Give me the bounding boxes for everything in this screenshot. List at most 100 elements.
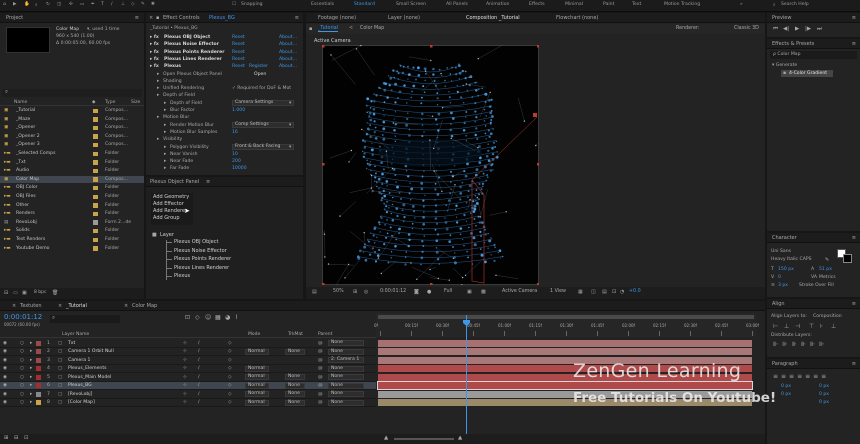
expand-icon[interactable]: ▸ [30, 366, 32, 371]
effect-row[interactable]: ▸ fx Plexus OBJ Object Reset About... [146, 34, 303, 41]
expand-switches-icon[interactable]: ⊞ [4, 435, 9, 441]
parent-pickwhip-icon[interactable]: @ [318, 349, 323, 354]
camera-tool-icon[interactable]: ◫ [57, 2, 61, 7]
project-item[interactable]: ▸▬ Other Folder [0, 202, 144, 210]
comp-tab-color-map[interactable]: Color Map [360, 26, 384, 31]
indent-first-value[interactable]: 0 px [781, 392, 791, 397]
effect-value[interactable]: 10000 [232, 166, 247, 171]
align-hcenter-icon[interactable]: ⊥ [784, 323, 789, 330]
about-button[interactable]: About... [279, 64, 297, 69]
layer-tree-collapse-icon[interactable]: ■ [152, 232, 157, 238]
panel-menu-icon[interactable]: ≡ [295, 15, 299, 21]
layer-row[interactable]: ◉ ○ ▸ 5 ▢ Plexus_Main Model ⊹ / ◇ Normal None @ None [0, 373, 376, 382]
label-color-swatch[interactable] [93, 237, 98, 242]
solo-icon[interactable]: ○ [20, 349, 24, 354]
preview-tab[interactable]: Preview [772, 15, 791, 21]
effect-row[interactable]: ▸ Near Fade 200 [146, 158, 303, 165]
eraser-tool-icon[interactable]: ◇ [131, 2, 135, 7]
parent-pickwhip-icon[interactable]: @ [318, 366, 323, 371]
3d-switch-icon[interactable]: ◇ [228, 349, 232, 354]
mode-dropdown[interactable]: Normal [245, 365, 269, 372]
exposure-value[interactable]: +0.0 [629, 289, 641, 294]
project-item[interactable]: ▸▬ _Txt Folder [0, 159, 144, 167]
disclosure-icon[interactable]: ▸ [157, 79, 159, 84]
label-color-swatch[interactable] [93, 211, 98, 217]
trkmat-dropdown[interactable]: None [285, 399, 305, 406]
effect-item-4-color-gradient[interactable]: ▪ 4-Color Gradient [781, 70, 833, 77]
align-vcenter-icon[interactable]: ⊦ [820, 323, 823, 330]
shy-switch-icon[interactable]: ⊹ [183, 366, 187, 371]
about-button[interactable]: About... [279, 57, 297, 62]
effect-row[interactable]: ▸ Far Fade 10000 [146, 165, 303, 172]
effect-row[interactable]: ▸ Blur Factor 1.000 [146, 107, 303, 114]
stroke-width-value[interactable]: 3 px [778, 283, 788, 288]
layer-name[interactable]: Plexus_Elements [68, 366, 107, 371]
layer-row[interactable]: ◉ ○ ▸ 4 ▢ Plexus_Elements ⊹ / ◇ Normal @ None [0, 365, 376, 373]
project-item[interactable]: ▸▬ _Selected Comps Folder [0, 150, 144, 158]
layer-label-color[interactable] [36, 400, 41, 405]
3d-switch-icon[interactable]: ◇ [228, 375, 232, 380]
parent-dropdown[interactable]: 2. Camera 1 [328, 357, 364, 363]
timeline-tab[interactable]: Color Map [132, 303, 157, 309]
parent-dropdown[interactable]: None [328, 382, 364, 389]
layer-label-color[interactable] [36, 357, 41, 363]
parent-dropdown[interactable]: None [328, 365, 364, 372]
panel-menu-icon[interactable]: ≡ [852, 301, 856, 307]
zoom-out-icon[interactable]: ▲ [384, 435, 388, 441]
paragraph-align-icons[interactable]: ≡≡≡≡≡≡≡ [773, 373, 829, 380]
leading-value[interactable]: 51 px [819, 267, 832, 272]
effects-search-input[interactable]: ρ Color Map [770, 51, 857, 59]
effect-row[interactable]: ▸ Depth of Field Camera Settings ▾ [146, 99, 303, 107]
align-left-icon[interactable]: ⊢ [773, 323, 778, 330]
expand-icon[interactable]: ▸ [30, 341, 32, 346]
panel-menu-icon[interactable]: ≡ [135, 15, 139, 21]
solo-icon[interactable]: ○ [20, 400, 24, 405]
timeline-search[interactable]: ⌕ [50, 315, 120, 323]
project-item[interactable]: ▸▬ Test Renders Folder [0, 236, 144, 244]
trkmat-dropdown[interactable]: None [285, 391, 305, 397]
parent-dropdown[interactable]: None [328, 348, 364, 355]
panel-menu-icon[interactable]: ≡ [852, 235, 856, 241]
indent-right-value[interactable]: 0 px [819, 384, 829, 389]
panel-menu-icon[interactable]: ≡ [852, 15, 856, 21]
effect-row[interactable]: ▸ Open Plexus Object Panel Open [146, 71, 303, 78]
fx-toggle-icon[interactable]: ▸ fx [150, 64, 159, 69]
views-dropdown[interactable]: 1 View [550, 289, 566, 294]
workspace-text[interactable]: Text [632, 2, 641, 7]
zoom-in-icon[interactable]: ▲ [458, 435, 462, 441]
mode-dropdown[interactable]: Normal [245, 374, 269, 380]
col-mode[interactable]: Mode [248, 332, 260, 337]
new-comp-icon[interactable]: ▣ [22, 290, 27, 296]
layer-name[interactable]: [Color Map] [68, 400, 95, 405]
layer-row[interactable]: ◉ ○ ▸ 3 ▢ Camera 1 ⊹ / ◇ @2. Camera 1 [0, 356, 376, 365]
project-item[interactable]: ▸▬ OBJ Color Folder [0, 184, 144, 192]
disclosure-icon[interactable]: ▸ [157, 137, 159, 142]
snapshot-icon[interactable]: ◎ [364, 289, 368, 295]
disclosure-icon[interactable]: ▸ [164, 130, 166, 135]
fx-switch-icon[interactable]: / [198, 366, 200, 371]
brush-tool-icon[interactable]: / [111, 2, 113, 7]
3d-switch-icon[interactable]: ◇ [228, 383, 232, 388]
timeline-tab[interactable]: Textuten [20, 303, 42, 309]
panel-menu-icon[interactable]: ≡ [852, 41, 856, 47]
font-style-dropdown[interactable]: Heavy Italic CAPS [771, 257, 812, 262]
3d-switch-icon[interactable]: ◇ [228, 341, 232, 346]
fx-switch-icon[interactable]: / [198, 392, 200, 397]
reset-button[interactable]: Reset [232, 64, 245, 69]
quality-dropdown[interactable]: Full [444, 289, 452, 294]
expand-icon[interactable]: ▸ [30, 349, 32, 354]
search-icon[interactable]: ⌕ [773, 2, 776, 8]
clone-tool-icon[interactable]: ⊥ [121, 2, 125, 7]
effect-row[interactable]: ▸ Visibility [146, 136, 303, 143]
mode-dropdown[interactable]: Normal [245, 399, 269, 406]
region-icon[interactable]: ▣ [467, 289, 472, 295]
flowchart-icon[interactable]: ⊡ [612, 289, 616, 295]
visibility-eye-icon[interactable]: ◉ [3, 358, 7, 363]
layer-label-color[interactable] [36, 391, 41, 397]
reset-button[interactable]: Reset [232, 57, 245, 62]
align-bottom-icon[interactable]: ⊥ [831, 323, 836, 330]
timeline-timecode[interactable]: 0:00:01:12 [4, 313, 42, 321]
effect-row[interactable]: ▸ Shading [146, 78, 303, 85]
fx-toggle-icon[interactable]: ▸ fx [150, 57, 159, 62]
parent-dropdown[interactable]: None [328, 391, 364, 397]
